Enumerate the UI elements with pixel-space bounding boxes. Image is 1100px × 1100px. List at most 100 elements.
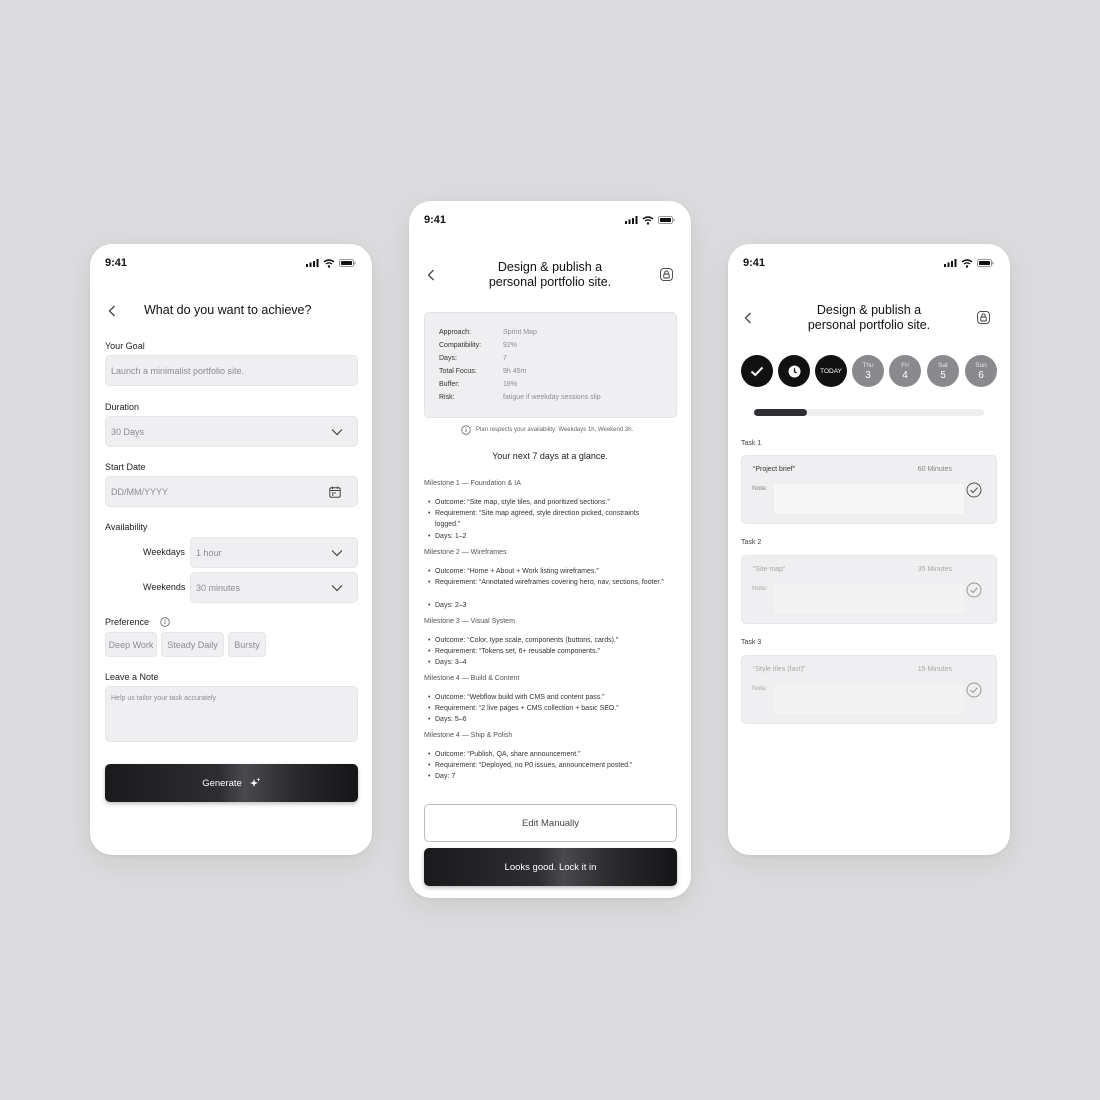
chevron-left-icon: [744, 312, 751, 324]
clock-icon: [788, 365, 800, 377]
edit-manually-button[interactable]: Edit Manually: [424, 804, 677, 842]
goal-label: Your Goal: [105, 341, 145, 351]
milestone: Milestone 1 — Foundation & IA • Outcome: …: [424, 480, 640, 540]
weekends-select[interactable]: 30 minutes: [190, 572, 358, 603]
task-duration: 35 Minutes: [917, 566, 952, 573]
page-title: What do you want to achieve?: [144, 303, 312, 317]
wifi-icon: [642, 215, 654, 225]
chevron-left-icon: [108, 305, 115, 317]
start-date-input[interactable]: DD/MM/YYYY: [105, 476, 358, 507]
day-in-progress[interactable]: [778, 355, 810, 387]
status-time: 9:41: [743, 257, 766, 269]
day-item[interactable]: Fri 4: [889, 355, 921, 387]
day-item[interactable]: Sat 5: [927, 355, 959, 387]
back-button[interactable]: [105, 304, 119, 318]
start-date-label: Start Date: [105, 462, 146, 472]
status-bar: 9:41: [105, 256, 356, 270]
chevron-down-icon: [331, 428, 343, 435]
day-number: 5: [940, 369, 946, 381]
goal-placeholder: Launch a minimalist portfolio site.: [111, 365, 245, 376]
milestone: Milestone 3 — Visual System • Outcome: “C…: [424, 618, 619, 666]
calendar-icon[interactable]: [329, 486, 341, 498]
info-icon[interactable]: [160, 617, 170, 627]
duration-label: Duration: [105, 402, 140, 412]
battery-icon: [658, 216, 675, 224]
lock-icon[interactable]: [660, 268, 673, 281]
check-icon: [750, 366, 764, 376]
task-card[interactable]: “Style tiles (fast)” 15 Minutes Note:: [741, 655, 997, 724]
status-bar: 9:41: [743, 256, 994, 270]
title-line-1: Design & publish a: [816, 303, 922, 317]
status-time: 9:41: [424, 214, 447, 226]
plan-review-screen: 9:41 Design & publish a personal portfol…: [409, 201, 691, 898]
task-name: “Project brief”: [753, 466, 796, 473]
task-label: Task 3: [741, 639, 762, 646]
milestone: Milestone 2 — Wireframes • Outcome: “Home…: [424, 549, 664, 609]
summary-row: Compatibility: 92%: [439, 342, 518, 349]
generate-label: Generate: [202, 777, 242, 789]
task-duration: 60 Minutes: [917, 466, 952, 473]
task-note-input[interactable]: [773, 683, 965, 715]
chevron-down-icon: [331, 549, 343, 556]
chevron-down-icon: [331, 584, 343, 591]
day-name: Sat: [938, 361, 948, 369]
signal-icon: [306, 259, 319, 267]
plan-summary-card: Approach: Sprint Map Compatibility: 92% Da…: [424, 312, 677, 418]
back-button[interactable]: [741, 311, 755, 325]
signal-icon: [625, 216, 638, 224]
weekdays-select[interactable]: 1 hour: [190, 537, 358, 568]
battery-icon: [339, 259, 356, 267]
today-label: TODAY: [820, 367, 842, 375]
title-line-1: Design & publish a: [497, 260, 603, 274]
task-note-input[interactable]: [773, 483, 965, 515]
check-circle-icon[interactable]: [966, 482, 982, 498]
progress-fill: [754, 409, 807, 416]
preference-label: Preference: [105, 617, 150, 627]
day-name: Fri: [901, 361, 909, 369]
sparkle-icon: [249, 777, 261, 787]
info-icon: [461, 425, 471, 435]
day-item[interactable]: Sun 6: [965, 355, 997, 387]
note-label: Note:: [752, 685, 768, 692]
weekdays-value: 1 hour: [196, 547, 222, 558]
summary-row: Days: 7: [439, 355, 507, 362]
daily-tasks-screen: 9:41 Design & publish a personal portfol…: [728, 244, 1010, 855]
milestone-title: Milestone 4 — Ship & Polish: [424, 732, 513, 739]
preference-bursty[interactable]: Bursty: [228, 632, 266, 657]
day-completed[interactable]: [741, 355, 773, 387]
duration-select[interactable]: 30 Days: [105, 416, 358, 447]
progress-bar: [754, 409, 984, 416]
plan-note-text: Plan respects your availability: Weekday…: [476, 427, 634, 433]
back-button[interactable]: [424, 268, 438, 282]
milestone: Milestone 4 — Ship & Polish • Outcome: “P…: [424, 732, 633, 780]
goal-setup-screen: 9:41 What do you want to achieve? Your G…: [90, 244, 372, 855]
chevron-left-icon: [427, 269, 434, 281]
generate-button[interactable]: Generate: [105, 764, 358, 802]
preference-deep-work[interactable]: Deep Work: [105, 632, 157, 657]
note-label: Note:: [752, 485, 768, 492]
weekends-label: Weekends: [143, 582, 186, 592]
task-note-input[interactable]: [773, 583, 965, 615]
check-circle-icon[interactable]: [966, 682, 982, 698]
lock-icon[interactable]: [977, 311, 990, 324]
note-label: Leave a Note: [105, 672, 159, 682]
day-today[interactable]: TODAY: [815, 355, 847, 387]
milestone-title: Milestone 4 — Build & Content: [424, 675, 520, 682]
lock-in-button[interactable]: Looks good. Lock it in: [424, 848, 677, 886]
page-title: Design & publish a personal portfolio si…: [469, 260, 631, 290]
task-name: “Style tiles (fast)”: [753, 666, 806, 673]
preference-steady-daily[interactable]: Steady Daily: [161, 632, 224, 657]
check-circle-icon[interactable]: [966, 582, 982, 598]
wifi-icon: [961, 258, 973, 268]
note-textarea[interactable]: Help us tailor your task accurately: [105, 686, 358, 742]
day-name: Thu: [862, 361, 874, 369]
task-card[interactable]: “Site map” 35 Minutes Note:: [741, 555, 997, 624]
day-item[interactable]: Thu 3: [852, 355, 884, 387]
task-card[interactable]: “Project brief” 60 Minutes Note:: [741, 455, 997, 524]
task-label: Task 1: [741, 440, 762, 447]
day-number: 4: [902, 369, 908, 381]
task-label: Task 2: [741, 539, 762, 546]
signal-icon: [944, 259, 957, 267]
milestone-title: Milestone 2 — Wireframes: [424, 549, 507, 556]
goal-input[interactable]: Launch a minimalist portfolio site.: [105, 355, 358, 386]
